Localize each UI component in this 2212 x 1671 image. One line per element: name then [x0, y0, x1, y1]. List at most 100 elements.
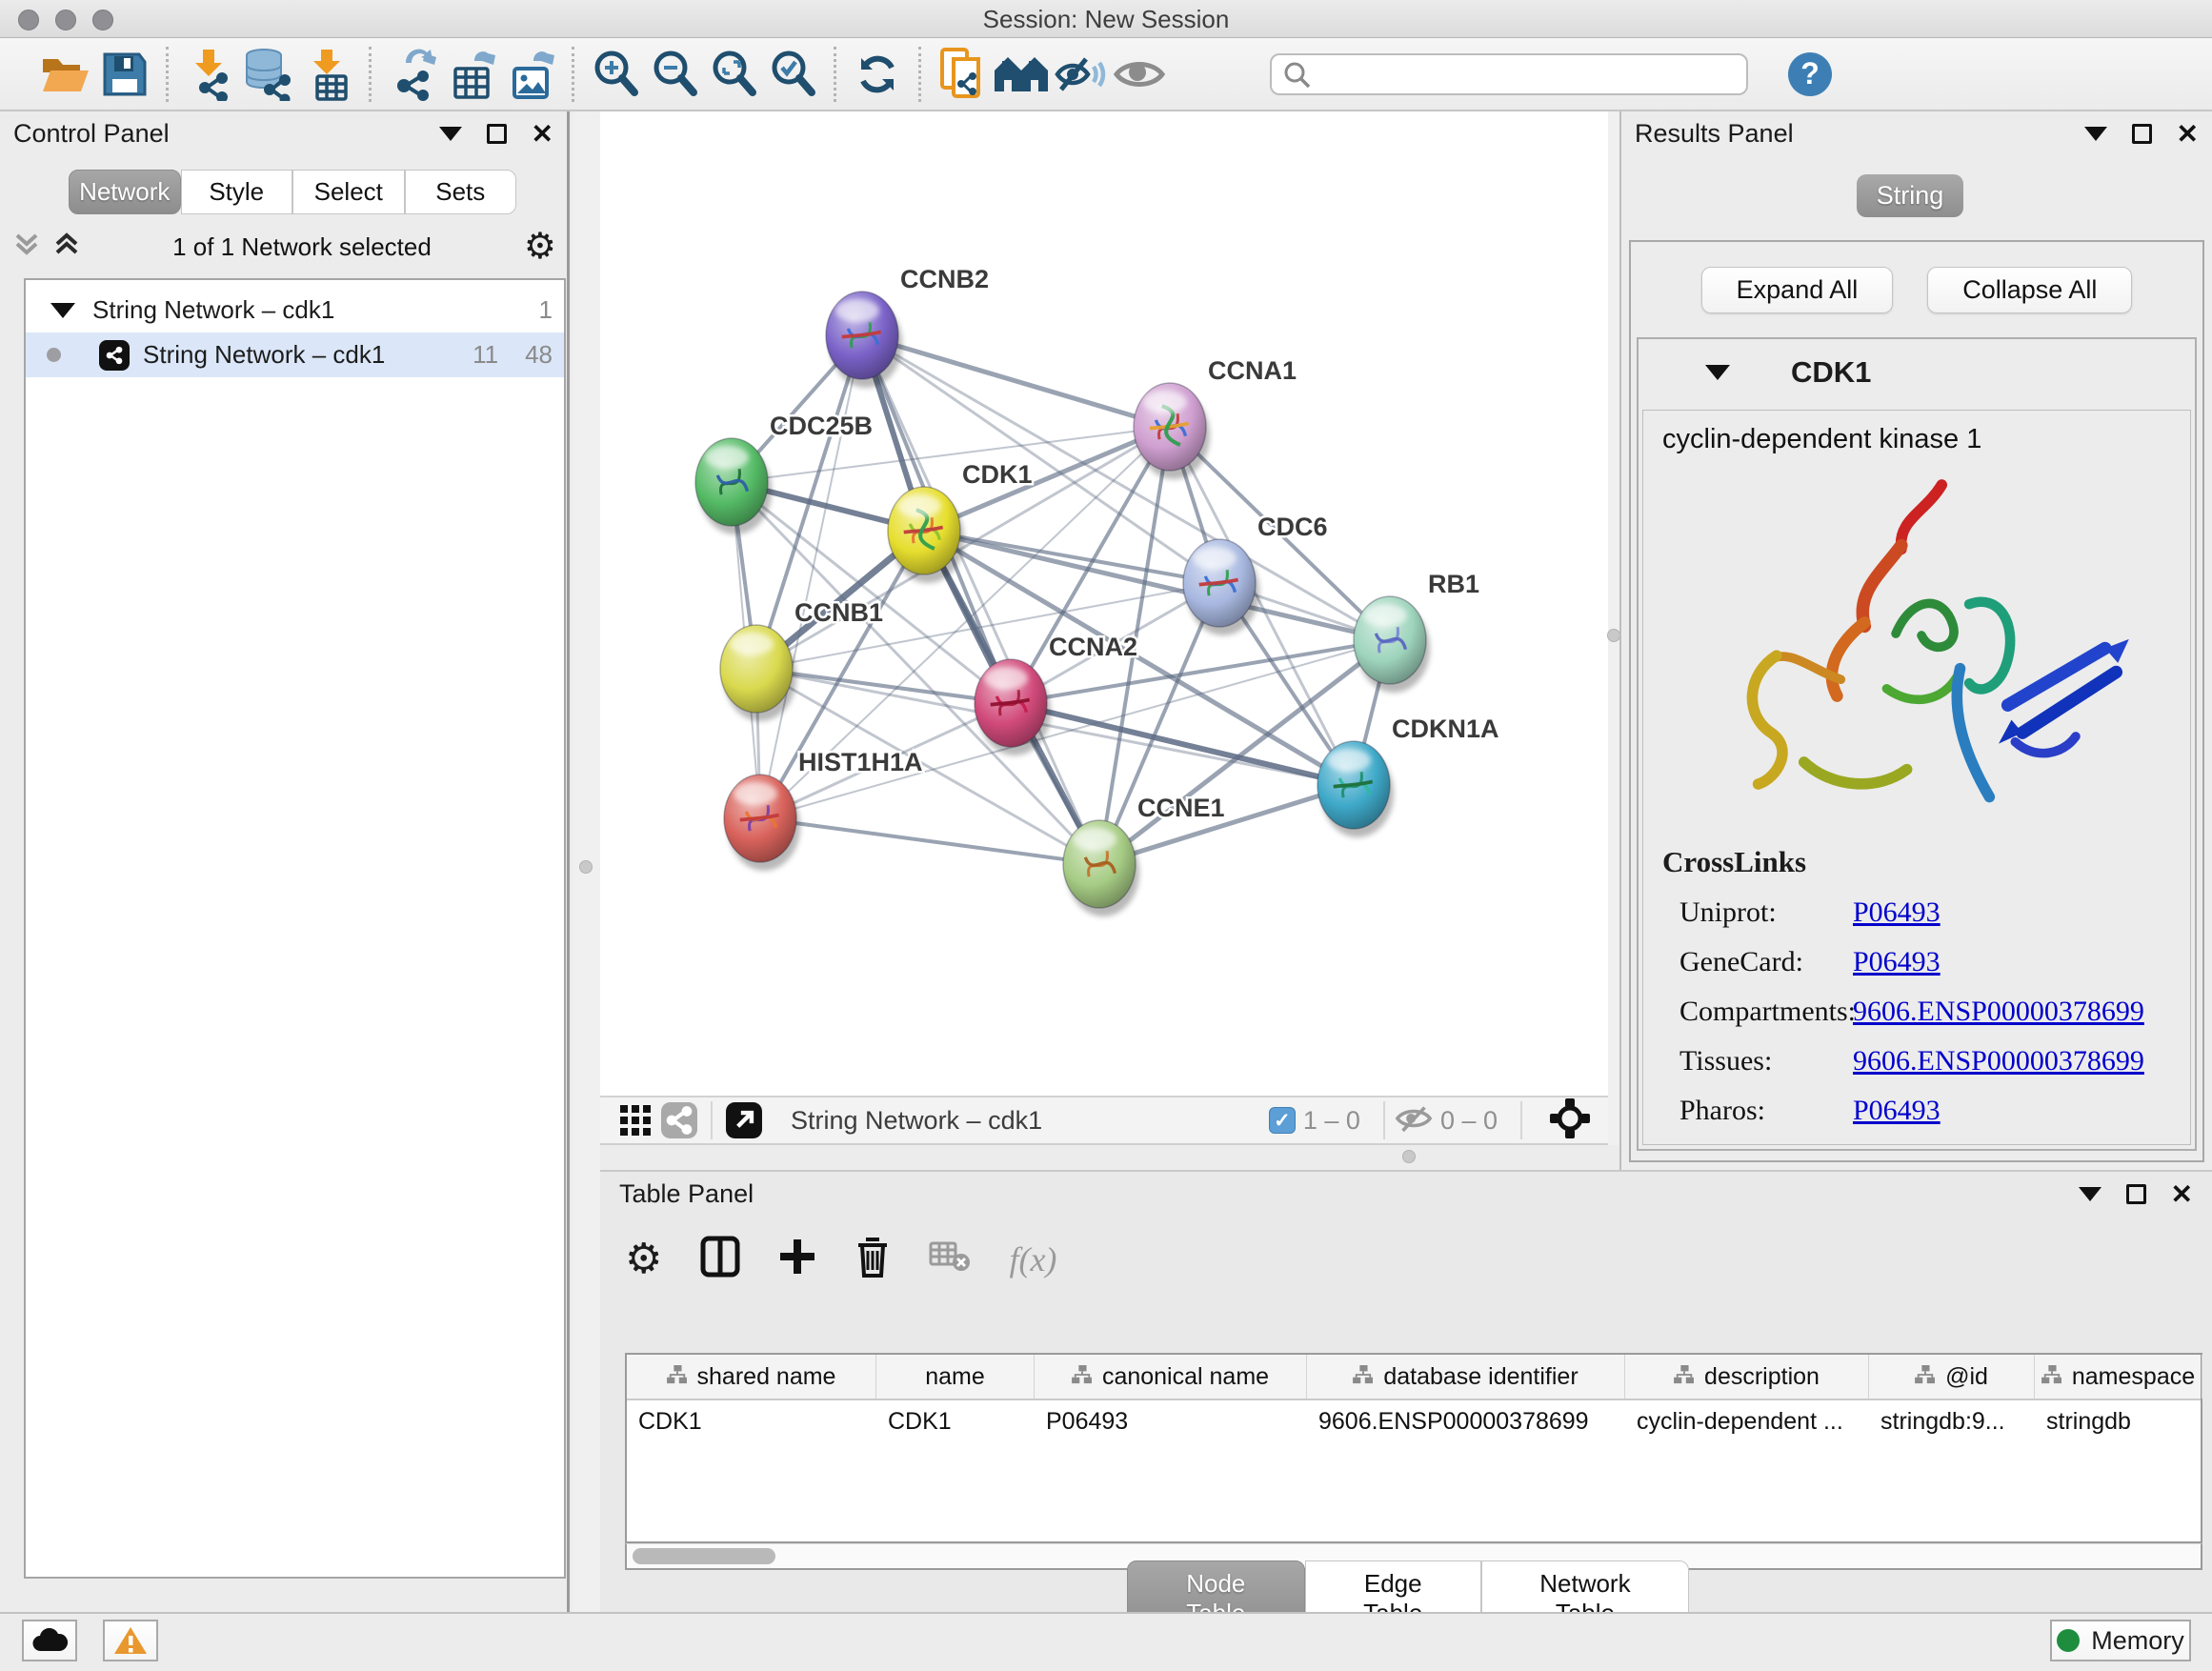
crosslink-link[interactable]: 9606.ENSP00000378699	[1853, 1045, 2144, 1077]
export-network-icon[interactable]	[383, 46, 442, 103]
panel-menu-icon[interactable]	[2084, 127, 2107, 141]
crosslink-link[interactable]: P06493	[1853, 896, 1941, 929]
network-options-gear-icon[interactable]: ⚙	[524, 232, 556, 261]
table-cell[interactable]: CDK1	[876, 1400, 1035, 1444]
tab-select[interactable]: Select	[292, 170, 405, 214]
column-header-name[interactable]: name	[876, 1355, 1035, 1399]
crosslink-link[interactable]: P06493	[1853, 946, 1941, 978]
network-edge-CCNB2-HIST1H1A[interactable]	[760, 335, 862, 818]
gene-description: cyclin-dependent kinase 1	[1662, 424, 2171, 455]
panel-float-icon[interactable]	[2126, 1184, 2146, 1204]
collection-expanded-icon[interactable]	[50, 303, 75, 318]
column-header-description[interactable]: description	[1625, 1355, 1869, 1399]
scrollbar-thumb[interactable]	[633, 1548, 775, 1564]
zoom-selected-icon[interactable]	[763, 46, 822, 103]
panel-close-icon[interactable]: ✕	[2177, 124, 2199, 144]
panel-close-icon[interactable]: ✕	[532, 124, 553, 144]
vertical-splitter[interactable]	[573, 111, 600, 1612]
table-cell[interactable]: P06493	[1035, 1400, 1307, 1444]
help-icon[interactable]: ?	[1788, 52, 1832, 96]
warnings-icon[interactable]	[103, 1620, 158, 1661]
expand-all-networks-icon[interactable]	[53, 230, 80, 265]
import-network-from-database-icon[interactable]	[239, 46, 298, 103]
crosslink-link[interactable]: P06493	[1853, 1095, 1941, 1127]
clone-network-icon[interactable]	[933, 46, 992, 103]
panel-menu-icon[interactable]	[2079, 1187, 2101, 1201]
tab-string[interactable]: String	[1857, 174, 1963, 217]
panel-menu-icon[interactable]	[439, 127, 462, 141]
detach-view-icon[interactable]	[722, 1101, 766, 1139]
search-input[interactable]	[1270, 53, 1748, 95]
close-window-button[interactable]	[18, 10, 39, 30]
save-session-icon[interactable]	[95, 46, 154, 103]
results-panel: Results Panel ✕ String Expand All Collap…	[1619, 111, 2212, 1170]
panel-float-icon[interactable]	[487, 124, 507, 144]
hide-graphics-eye-slash-icon[interactable]	[1051, 46, 1110, 103]
network-node-CDKN1A[interactable]: CDKN1A	[1317, 715, 1499, 837]
network-edge-HIST1H1A-CCNE1[interactable]	[760, 818, 1099, 864]
table-cell[interactable]: stringdb:9...	[1869, 1400, 2035, 1444]
hidden-count-eye-slash-icon[interactable]	[1395, 1103, 1433, 1138]
show-graphics-eye-icon[interactable]	[1110, 46, 1169, 103]
collapse-all-networks-icon[interactable]	[13, 230, 40, 265]
network-edge-CDK1-RB1[interactable]	[924, 531, 1390, 640]
collapse-all-button[interactable]: Collapse All	[1927, 267, 2132, 313]
selected-nodes-edges-count: 1 – 0	[1303, 1106, 1360, 1136]
show-columns-icon[interactable]	[700, 1236, 740, 1282]
table-cell[interactable]: CDK1	[627, 1400, 876, 1444]
add-column-icon[interactable]	[778, 1238, 816, 1280]
network-edge-CCNB2-RB1[interactable]	[862, 335, 1390, 640]
tab-style[interactable]: Style	[181, 170, 293, 214]
column-header--id[interactable]: @id	[1869, 1355, 2035, 1399]
table-cell[interactable]: 9606.ENSP00000378699	[1307, 1400, 1625, 1444]
network-row[interactable]: String Network – cdk1 11 48	[26, 332, 564, 377]
network-node-CCNA1[interactable]: CCNA1	[1134, 356, 1297, 479]
panel-float-icon[interactable]	[2132, 124, 2152, 144]
zoom-out-icon[interactable]	[645, 46, 704, 103]
expand-all-button[interactable]: Expand All	[1701, 267, 1894, 313]
vertical-splitter[interactable]	[1608, 111, 1619, 1170]
network-node-HIST1H1A[interactable]: HIST1H1A	[724, 748, 923, 871]
column-header-canonical-name[interactable]: canonical name	[1035, 1355, 1307, 1399]
table-options-gear-icon[interactable]: ⚙	[625, 1235, 662, 1283]
memory-button[interactable]: Memory	[2050, 1620, 2191, 1661]
selected-count-checkbox-icon[interactable]: ✓	[1269, 1107, 1296, 1134]
section-expanded-icon[interactable]	[1705, 365, 1730, 380]
network-view-canvas[interactable]: CCNB2CCNA1CDC25BCDK1CDC6RB1CCNB1CCNA2CDK…	[600, 111, 1608, 1096]
tab-network[interactable]: Network	[69, 170, 181, 214]
network-node-CDC25B[interactable]: CDC25B	[695, 412, 873, 534]
table-row[interactable]: CDK1CDK1P064939606.ENSP00000378699cyclin…	[627, 1400, 2201, 1444]
open-session-icon[interactable]	[36, 46, 95, 103]
network-collection-row[interactable]: String Network – cdk1 1	[26, 288, 564, 332]
export-image-icon[interactable]	[501, 46, 560, 103]
apply-preferred-layout-icon[interactable]	[848, 46, 907, 103]
import-network-from-file-icon[interactable]	[180, 46, 239, 103]
tab-sets[interactable]: Sets	[405, 170, 517, 214]
delete-column-trash-icon[interactable]	[855, 1236, 891, 1282]
table-cell[interactable]: stringdb	[2035, 1400, 2202, 1444]
network-edge-CCNA2-CDKN1A[interactable]	[1011, 703, 1354, 785]
minimize-window-button[interactable]	[55, 10, 76, 30]
network-edge-CCNB2-CCNE1[interactable]	[862, 335, 1099, 864]
zoom-in-icon[interactable]	[586, 46, 645, 103]
cloud-status-icon[interactable]	[22, 1620, 77, 1661]
birdseye-view-icon[interactable]	[1549, 1097, 1591, 1144]
crosslink-link[interactable]: 9606.ENSP00000378699	[1853, 996, 2144, 1028]
string-home-icon[interactable]	[992, 46, 1051, 103]
zoom-window-button[interactable]	[92, 10, 113, 30]
column-header-database-identifier[interactable]: database identifier	[1307, 1355, 1625, 1399]
import-table-from-file-icon[interactable]	[298, 46, 357, 103]
zoom-fit-icon[interactable]	[704, 46, 763, 103]
grid-mode-icon[interactable]	[613, 1101, 657, 1139]
network-node-RB1[interactable]: RB1	[1354, 570, 1479, 693]
column-header-namespace[interactable]: namespace	[2035, 1355, 2202, 1399]
panel-close-icon[interactable]: ✕	[2171, 1184, 2193, 1204]
gene-name: CDK1	[1791, 355, 1871, 390]
network-node-CCNE1[interactable]: CCNE1	[1063, 794, 1225, 916]
network-edge-CCNB2-CCNA1[interactable]	[862, 335, 1170, 427]
string-network-graph[interactable]: CCNB2CCNA1CDC25BCDK1CDC6RB1CCNB1CCNA2CDK…	[600, 111, 1608, 1096]
export-table-icon[interactable]	[442, 46, 501, 103]
table-cell[interactable]: cyclin-dependent ...	[1625, 1400, 1869, 1444]
column-header-shared-name[interactable]: shared name	[627, 1355, 876, 1399]
network-node-CCNB2[interactable]: CCNB2	[826, 265, 989, 388]
